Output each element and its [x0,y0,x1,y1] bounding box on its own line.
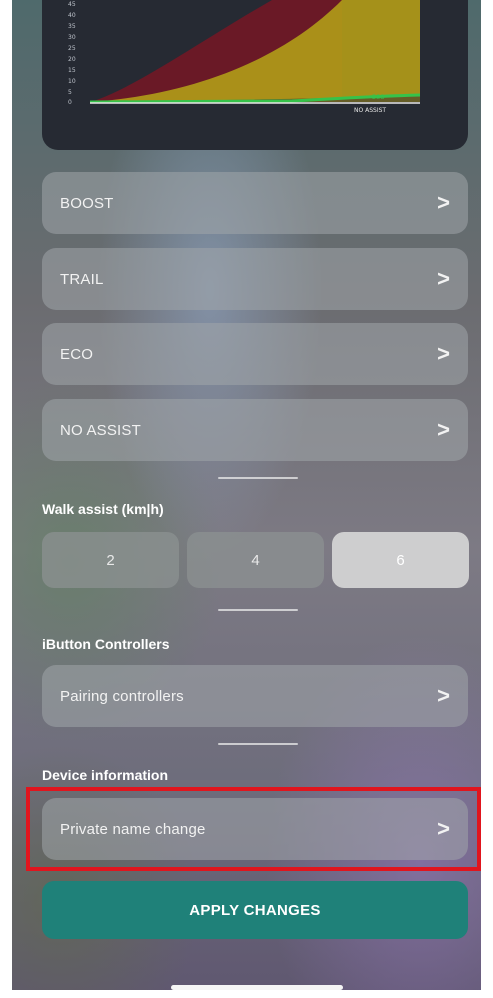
mode-label: ECO [60,345,94,363]
mode-row-no-assist[interactable]: NO ASSIST > [42,399,468,461]
walk-assist-option-4[interactable]: 4 [187,532,324,588]
y-tick: 10 [68,78,76,85]
mode-label: TRAIL [60,270,104,288]
device-info-title: Device information [42,767,169,783]
chevron-right-icon: > [437,266,450,291]
y-tick: 35 [68,23,76,30]
assist-chart: 45 40 35 30 25 20 15 10 5 0 ECO NO ASSIS… [42,0,468,150]
frame-edge [481,0,493,998]
section-divider [218,609,298,611]
walk-assist-title: Walk assist (km|h) [42,501,164,517]
assist-chart-plot: 45 40 35 30 25 20 15 10 5 0 ECO NO ASSIS… [68,0,421,114]
section-divider [218,477,298,479]
apply-changes-button[interactable]: APPLY CHANGES [42,881,468,939]
y-tick: 30 [68,34,76,41]
chevron-right-icon: > [437,683,450,708]
highlight-box [26,787,481,871]
mode-row-boost[interactable]: BOOST > [42,172,468,234]
walk-assist-option-2[interactable]: 2 [42,532,179,588]
pairing-controllers-row[interactable]: Pairing controllers > [42,665,468,727]
legend-no-assist: NO ASSIST [354,107,386,114]
walk-assist-option-6[interactable]: 6 [332,532,469,588]
section-divider [218,743,298,745]
y-tick: 45 [68,1,76,8]
chevron-right-icon: > [437,190,450,215]
frame-edge [0,990,493,998]
mode-label: NO ASSIST [60,421,141,439]
chevron-right-icon: > [437,417,450,442]
legend-eco: ECO [372,94,385,101]
pairing-controllers-label: Pairing controllers [60,687,184,705]
mode-label: BOOST [60,194,114,212]
y-tick: 5 [68,89,72,96]
y-tick: 20 [68,56,76,63]
y-tick: 15 [68,67,76,74]
mode-row-eco[interactable]: ECO > [42,323,468,385]
y-tick: 25 [68,45,76,52]
ibutton-title: iButton Controllers [42,636,170,652]
frame-edge [0,0,12,998]
chevron-right-icon: > [437,341,450,366]
y-tick: 40 [68,12,76,19]
y-tick: 0 [68,99,72,106]
mode-row-trail[interactable]: TRAIL > [42,248,468,310]
